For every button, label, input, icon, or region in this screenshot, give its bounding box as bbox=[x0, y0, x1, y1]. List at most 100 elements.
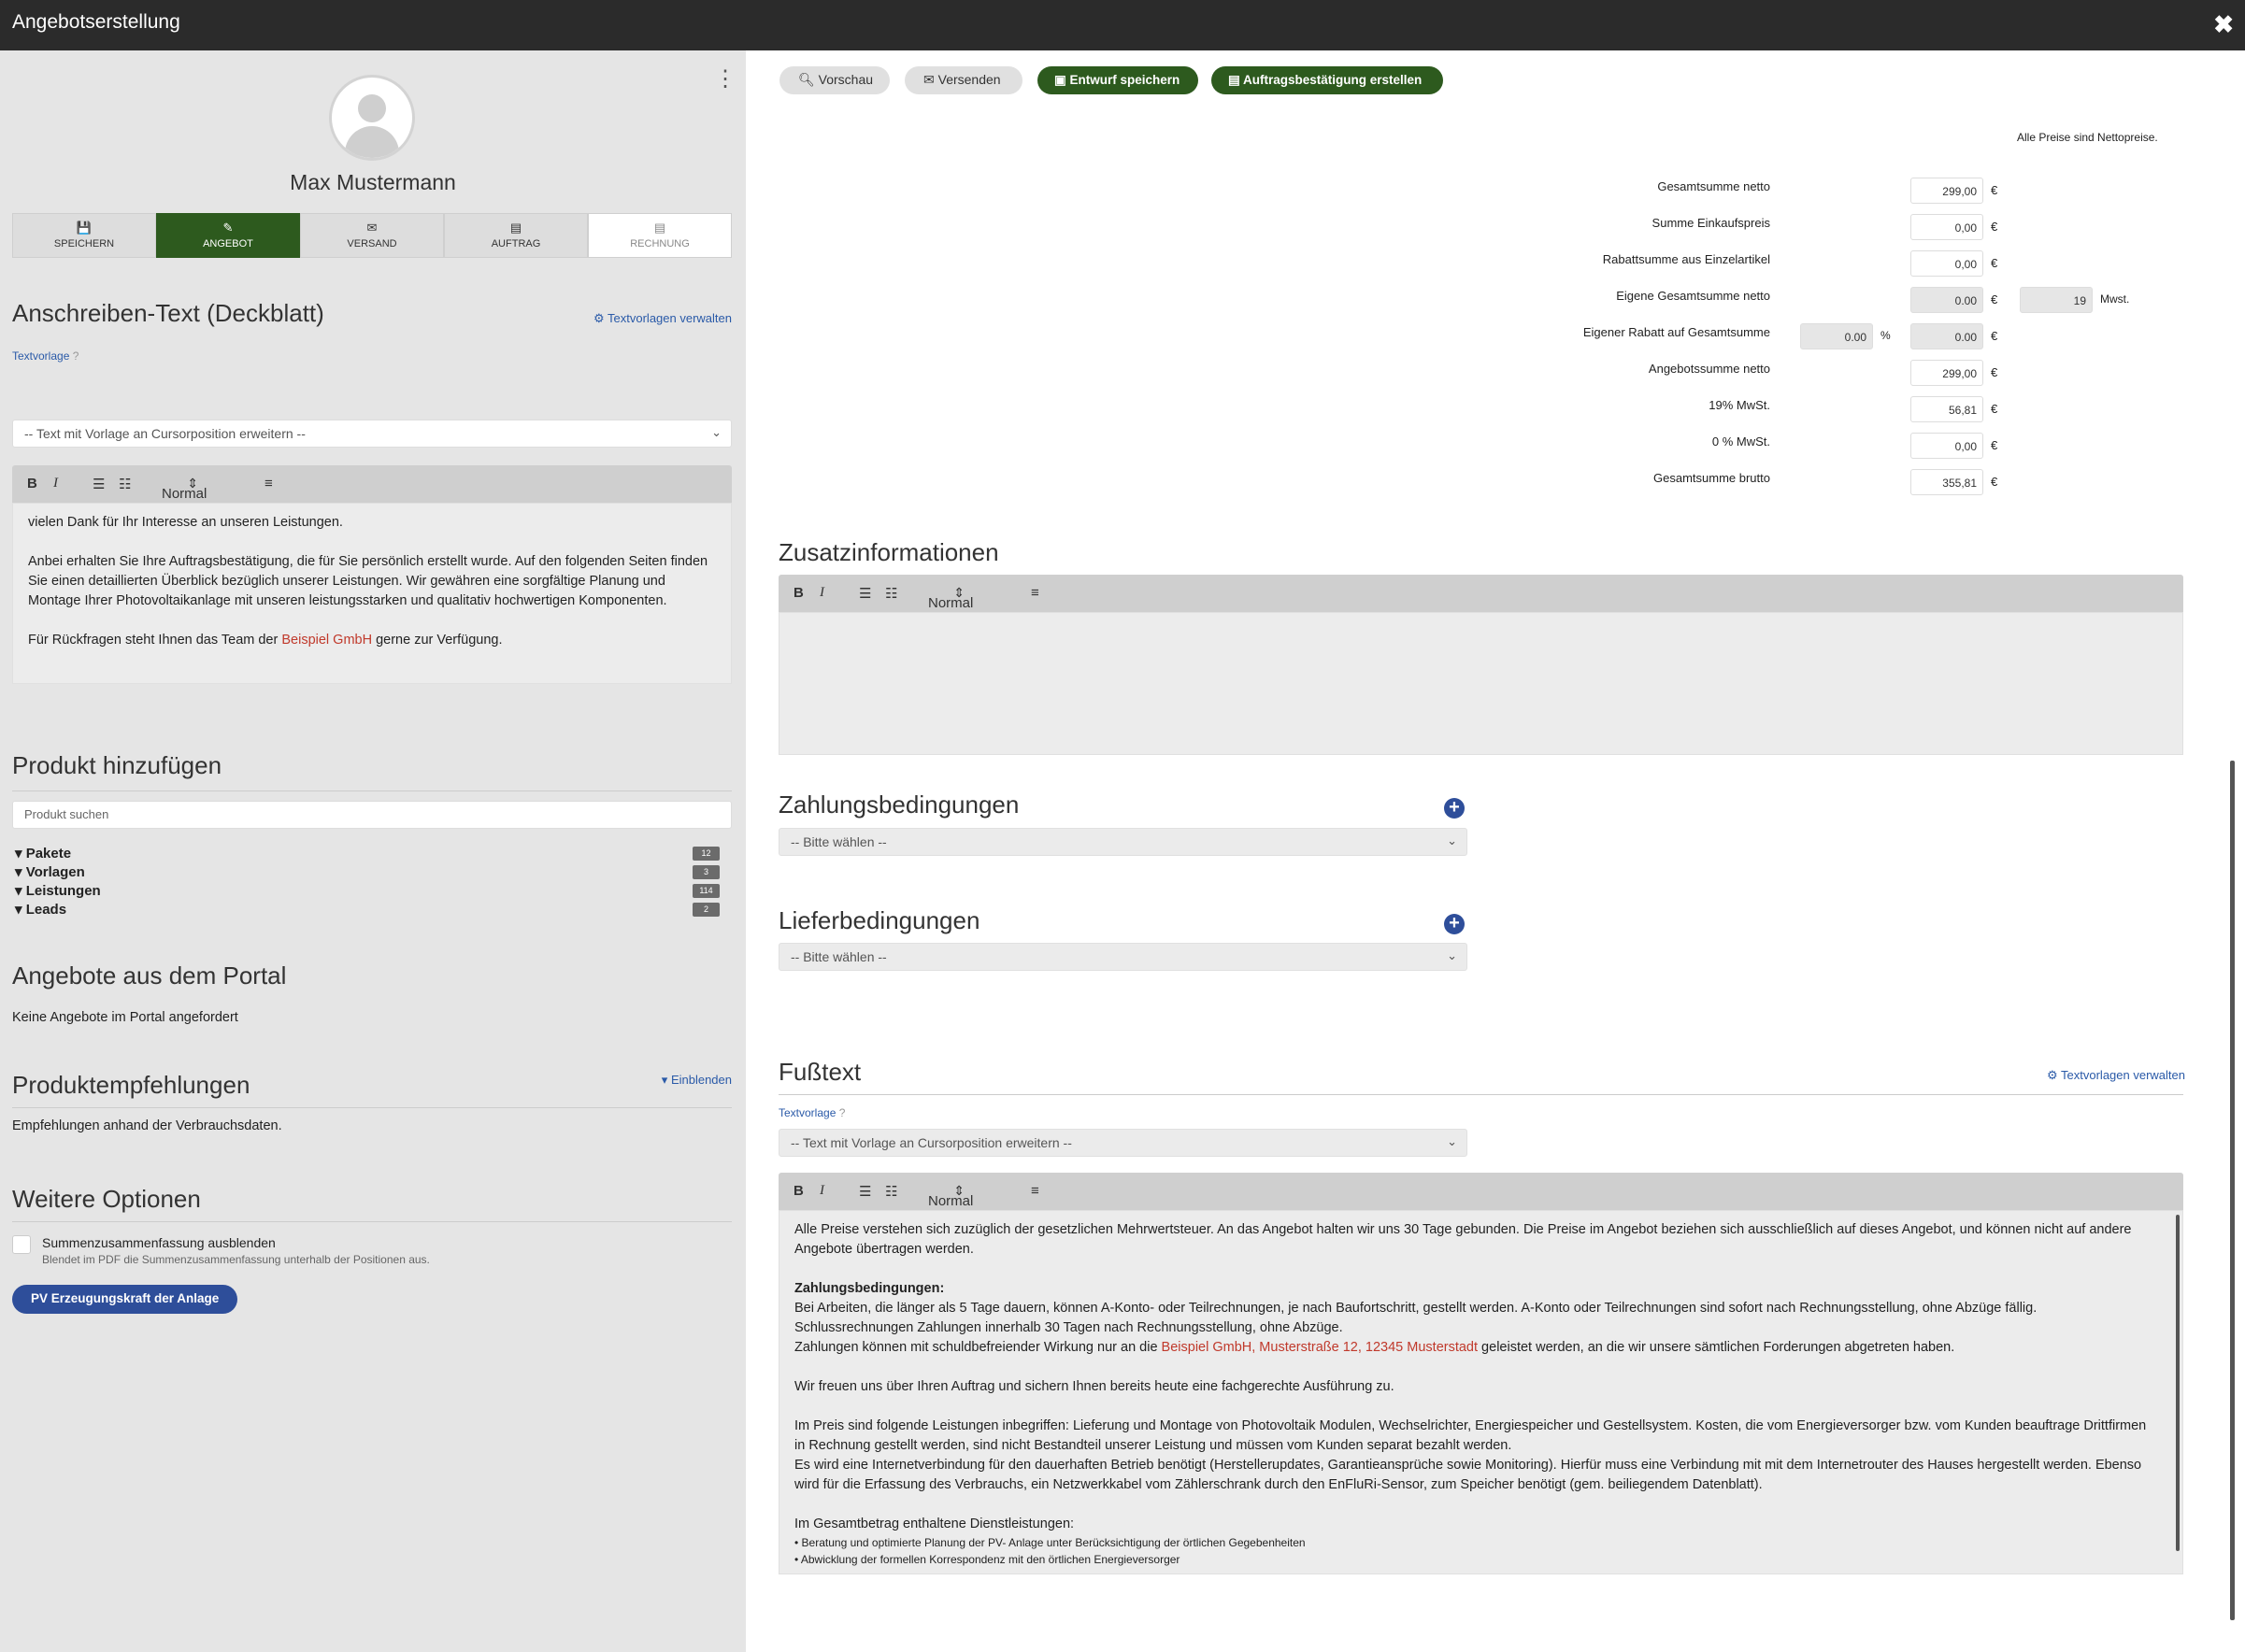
help-icon: ? bbox=[72, 349, 79, 363]
totals-label: Summe Einkaufspreis bbox=[1652, 216, 1770, 230]
totals-label: Eigener Rabatt auf Gesamtsumme bbox=[1582, 325, 1770, 339]
footer-manage-templates-link[interactable]: ⚙ Textvorlagen verwalten bbox=[2047, 1068, 2185, 1083]
bullet-list-button[interactable]: ☷ bbox=[119, 476, 131, 492]
more-options-icon[interactable]: ⋮ bbox=[714, 67, 736, 92]
own-discount-input[interactable]: 0.00 bbox=[1910, 323, 1983, 349]
left-panel: ⋮ Max Mustermann 💾 SPEICHERN ✎ ANGEBOT ✉ VE… bbox=[0, 50, 746, 1652]
list-item: • Beratung und optimierte Planung der PV… bbox=[794, 1536, 1306, 1549]
totals-value: 0,00 bbox=[1910, 250, 1983, 277]
own-discount-percent-input[interactable]: 0.00 bbox=[1800, 323, 1873, 349]
bold-button[interactable]: B bbox=[794, 1183, 804, 1199]
user-name: Max Mustermann bbox=[290, 170, 456, 194]
portal-text: Keine Angebote im Portal angefordert bbox=[12, 1010, 238, 1025]
own-net-total-input[interactable]: 0.00 bbox=[1910, 287, 1983, 313]
italic-button[interactable]: I bbox=[820, 1183, 824, 1199]
extra-title: Zusatzinformationen bbox=[779, 538, 999, 566]
add-delivery-icon[interactable]: + bbox=[1444, 914, 1465, 934]
step-auftrag[interactable]: ▤ AUFTRAG bbox=[444, 213, 588, 258]
count-badge: 114 bbox=[693, 884, 720, 898]
pv-generation-button[interactable]: PV Erzeugungskraft der Anlage bbox=[12, 1285, 238, 1314]
footer-title: Fußtext bbox=[779, 1058, 862, 1086]
bold-button[interactable]: B bbox=[27, 476, 37, 491]
totals-value: 299,00 bbox=[1910, 360, 1983, 386]
edit-icon: ✎ bbox=[222, 221, 234, 235]
envelope-icon: ✉ bbox=[366, 221, 378, 235]
cover-manage-templates-link[interactable]: ⚙ Textvorlagen verwalten bbox=[593, 311, 732, 326]
cover-template-label: Textvorlage ? bbox=[12, 349, 79, 363]
cover-paragraph-2: Anbei erhalten Sie Ihre Auftragsbestätig… bbox=[28, 554, 708, 608]
gear-icon: ⚙ bbox=[593, 311, 605, 325]
italic-button[interactable]: I bbox=[820, 585, 824, 601]
page-scrollbar[interactable] bbox=[2230, 761, 2235, 1620]
workflow-steps: 💾 SPEICHERN ✎ ANGEBOT ✉ VERSAND ▤ AUFTRAG ▤ R… bbox=[12, 213, 732, 258]
italic-button[interactable]: I bbox=[53, 476, 58, 491]
align-button[interactable]: ≡ bbox=[265, 476, 273, 491]
payment-select[interactable]: -- Bitte wählen -- ⌄ bbox=[779, 828, 1467, 856]
create-confirmation-button[interactable]: ▤ Auftragsbestätigung erstellen bbox=[1211, 66, 1443, 94]
cover-paragraph-3: Für Rückfragen steht Ihnen das Team der … bbox=[28, 633, 503, 648]
tree-item-leistungen[interactable]: ▾ Leistungen 114 bbox=[15, 882, 720, 901]
footer-editor-scrollbar[interactable] bbox=[2176, 1215, 2180, 1551]
totals-label: Angebotssumme netto bbox=[1648, 362, 1770, 376]
checkbox-help: Blendet im PDF die Summenzusammenfassung… bbox=[42, 1253, 430, 1266]
gear-icon: ⚙ bbox=[2046, 1068, 2058, 1082]
footer-paragraph: Zahlungen können mit schuldbefreiender W… bbox=[794, 1340, 1955, 1355]
save-icon: ▣ bbox=[1054, 73, 1066, 87]
align-button[interactable]: ≡ bbox=[1031, 1183, 1039, 1199]
totals-label: 19% MwSt. bbox=[1709, 398, 1770, 412]
extra-editor[interactable] bbox=[779, 612, 2183, 755]
footer-template-select[interactable]: -- Text mit Vorlage an Cursorposition er… bbox=[779, 1129, 1467, 1157]
recommend-text: Empfehlungen anhand der Verbrauchsdaten. bbox=[12, 1118, 282, 1133]
bold-button[interactable]: B bbox=[794, 585, 804, 601]
tree-item-leads[interactable]: ▾ Leads 2 bbox=[15, 901, 720, 919]
cover-template-select[interactable]: -- Text mit Vorlage an Cursorposition er… bbox=[12, 420, 732, 448]
totals-value: 0,00 bbox=[1910, 214, 1983, 240]
product-title: Produkt hinzufügen bbox=[12, 751, 222, 779]
step-angebot[interactable]: ✎ ANGEBOT bbox=[156, 213, 300, 258]
recommend-title: Produktempfehlungen bbox=[12, 1071, 250, 1099]
step-versand[interactable]: ✉ VERSAND bbox=[300, 213, 444, 258]
step-rechnung[interactable]: ▤ RECHNUNG bbox=[588, 213, 732, 258]
list-item: • Abwicklung der formellen Korrespondenz… bbox=[794, 1553, 1180, 1566]
close-icon[interactable]: ✖ bbox=[2213, 10, 2234, 39]
ordered-list-button[interactable]: ☰ bbox=[93, 476, 105, 492]
format-select[interactable]: Normal ⇕ bbox=[928, 1183, 973, 1209]
footer-payment-heading: Zahlungsbedingungen: bbox=[794, 1281, 945, 1296]
totals-label: Gesamtsumme brutto bbox=[1653, 471, 1770, 485]
extra-editor-toolbar: B I ☰ ☷ Normal ⇕ ≡ bbox=[779, 575, 2183, 612]
add-payment-icon[interactable]: + bbox=[1444, 798, 1465, 819]
ordered-list-button[interactable]: ☰ bbox=[859, 1183, 871, 1200]
count-badge: 3 bbox=[693, 865, 720, 879]
document-icon: ▤ bbox=[509, 221, 522, 235]
options-title: Weitere Optionen bbox=[12, 1185, 201, 1213]
footer-editor[interactable]: Alle Preise verstehen sich zuzüglich der… bbox=[779, 1210, 2183, 1574]
totals-label: Eigene Gesamtsumme netto bbox=[1616, 289, 1770, 303]
footer-template-label: Textvorlage ? bbox=[779, 1106, 846, 1119]
format-select[interactable]: Normal ⇕ bbox=[162, 476, 207, 502]
send-button[interactable]: ✉ Versenden bbox=[905, 66, 1022, 94]
tree-item-pakete[interactable]: ▾ Pakete 12 bbox=[15, 845, 720, 863]
ordered-list-button[interactable]: ☰ bbox=[859, 585, 871, 602]
save-draft-button[interactable]: ▣ Entwurf speichern bbox=[1037, 66, 1198, 94]
document-icon: ▤ bbox=[1228, 73, 1240, 87]
vat-rate-input[interactable]: 19 bbox=[2020, 287, 2093, 313]
format-select[interactable]: Normal ⇕ bbox=[928, 585, 973, 611]
align-button[interactable]: ≡ bbox=[1031, 585, 1039, 601]
product-tree: ▾ Pakete 12 ▾ Vorlagen 3 ▾ Leistungen 114 ▾… bbox=[15, 845, 720, 919]
checkbox-label: Summenzusammenfassung ausblenden bbox=[42, 1235, 276, 1250]
preview-button[interactable]: 🔍︎ Vorschau bbox=[779, 66, 890, 94]
bullet-list-button[interactable]: ☷ bbox=[885, 585, 897, 602]
chevron-down-icon: ⌄ bbox=[1447, 833, 1457, 847]
product-search-input[interactable]: Produkt suchen bbox=[12, 801, 732, 829]
cover-editor[interactable]: vielen Dank für Ihr Interesse an unseren… bbox=[12, 503, 732, 684]
chevron-down-icon: ⌄ bbox=[1447, 948, 1457, 962]
cover-editor-toolbar: B I ☰ ☷ Normal ⇕ ≡ bbox=[12, 465, 732, 503]
totals-label: Gesamtsumme netto bbox=[1657, 179, 1770, 193]
delivery-select[interactable]: -- Bitte wählen -- ⌄ bbox=[779, 943, 1467, 971]
hide-summary-checkbox[interactable] bbox=[12, 1235, 31, 1254]
payment-title: Zahlungsbedingungen bbox=[779, 790, 1020, 819]
bullet-list-button[interactable]: ☷ bbox=[885, 1183, 897, 1200]
tree-item-vorlagen[interactable]: ▾ Vorlagen 3 bbox=[15, 863, 720, 882]
step-speichern[interactable]: 💾 SPEICHERN bbox=[12, 213, 156, 258]
recommend-toggle-link[interactable]: ▾ Einblenden bbox=[662, 1073, 732, 1088]
